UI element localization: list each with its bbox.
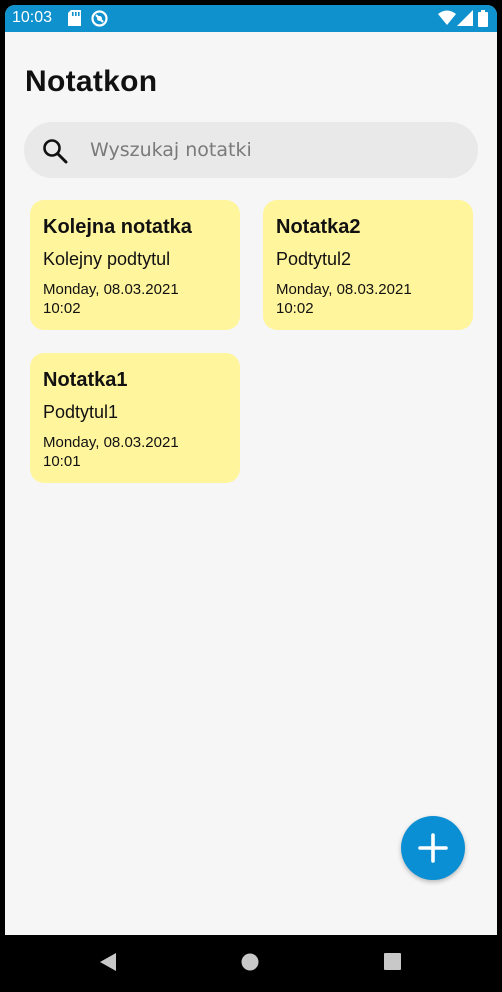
battery-icon [478, 10, 488, 32]
status-time: 10:03 [12, 9, 53, 26]
wifi-icon [438, 10, 456, 31]
status-bar: 10:03 [5, 5, 497, 32]
sync-icon [91, 10, 108, 32]
note-time: 10:01 [43, 453, 81, 470]
page-title: Notatkon [25, 65, 158, 98]
search-icon[interactable] [42, 138, 68, 169]
search-input[interactable] [90, 134, 460, 166]
note-card[interactable]: Notatka1 Podtytul1 Monday, 08.03.2021 10… [30, 353, 240, 483]
search-bar[interactable] [24, 122, 478, 178]
back-icon[interactable] [99, 952, 117, 977]
add-note-button[interactable] [401, 816, 465, 880]
home-icon[interactable] [241, 953, 259, 976]
recents-icon[interactable] [384, 953, 401, 975]
note-card[interactable]: Kolejna notatka Kolejny podtytul Monday,… [30, 200, 240, 330]
note-title: Notatka2 [276, 216, 361, 238]
app-screen: 10:03 Notatkon Kolejna [5, 5, 497, 935]
note-subtitle: Podtytul1 [43, 402, 119, 422]
note-title: Notatka1 [43, 369, 128, 391]
navigation-bar [0, 935, 502, 992]
signal-icon [457, 10, 473, 31]
note-card[interactable]: Notatka2 Podtytul2 Monday, 08.03.2021 10… [263, 200, 473, 330]
note-date: Monday, 08.03.2021 [43, 281, 179, 298]
sd-card-icon [68, 10, 81, 31]
note-date: Monday, 08.03.2021 [276, 281, 412, 298]
note-time: 10:02 [43, 300, 81, 317]
plus-icon [418, 833, 448, 863]
note-title: Kolejna notatka [43, 216, 192, 238]
note-subtitle: Kolejny podtytul [43, 249, 171, 269]
note-subtitle: Podtytul2 [276, 249, 352, 269]
device-frame: 10:03 Notatkon Kolejna [0, 0, 502, 992]
note-time: 10:02 [276, 300, 314, 317]
note-date: Monday, 08.03.2021 [43, 434, 179, 451]
